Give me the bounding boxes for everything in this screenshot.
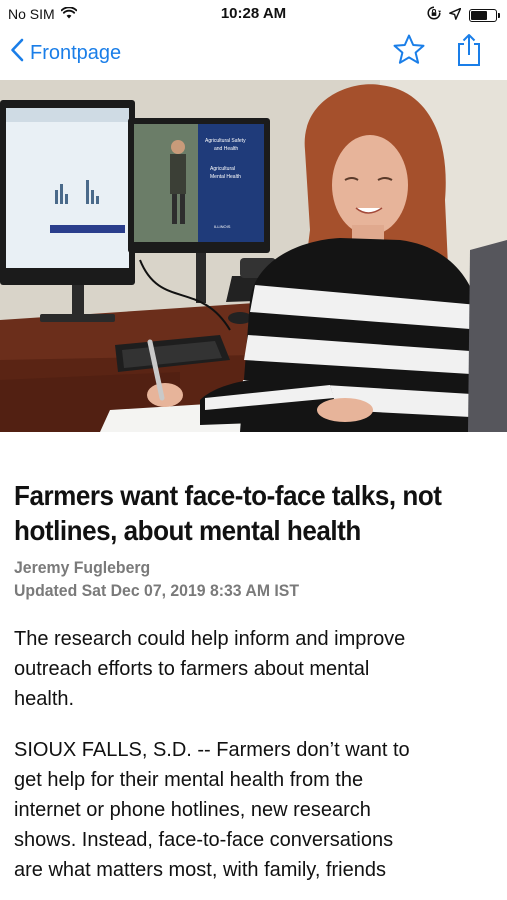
status-bar: No SIM 10:28 AM: [0, 0, 507, 28]
battery-fill: [471, 11, 487, 20]
location-icon: [449, 7, 462, 25]
monitor-text-3: Agricultural: [210, 166, 235, 172]
body-line: SIOUX FALLS, S.D. -- Farmers don’t want …: [14, 739, 410, 761]
battery-icon: [469, 9, 500, 22]
summary-line: outreach efforts to farmers about mental: [14, 658, 370, 680]
updated-timestamp: Updated Sat Dec 07, 2019 8:33 AM IST: [14, 581, 299, 600]
star-icon: [393, 34, 425, 70]
body-line: are what matters most, with family, frie…: [14, 859, 386, 881]
article: Farmers want face-to-face talks, not hot…: [14, 478, 498, 885]
favorite-button[interactable]: [391, 34, 427, 70]
body-line: shows. Instead, face-to-face conversatio…: [14, 829, 394, 851]
hero-image: Agricultural Safety and Health Agricultu…: [0, 80, 507, 432]
author-byline[interactable]: Jeremy Fugleberg: [14, 556, 464, 579]
chevron-left-icon: [10, 38, 24, 68]
back-label: Frontpage: [30, 41, 122, 64]
headline-line-1: Farmers want face-to-face talks, not: [14, 480, 442, 511]
article-summary: The research could help inform and impro…: [14, 624, 498, 714]
summary-line: health.: [14, 688, 75, 710]
monitor-text-1: Agricultural Safety: [205, 138, 246, 144]
headline: Farmers want face-to-face talks, not hot…: [14, 478, 498, 548]
monitor-text-4: Mental Health: [210, 174, 241, 180]
headline-line-2: hotlines, about mental health: [14, 515, 361, 546]
body-line: internet or phone hotlines, new research: [14, 799, 371, 821]
summary-line: The research could help inform and impro…: [14, 628, 406, 650]
back-button[interactable]: Frontpage: [10, 38, 121, 68]
nav-bar: Frontpage: [0, 28, 507, 80]
share-button[interactable]: [451, 33, 487, 72]
body-line: get help for their mental health from th…: [14, 769, 364, 791]
orientation-lock-icon: [427, 6, 441, 25]
share-icon: [456, 33, 482, 72]
hero-photo: Agricultural Safety and Health Agricultu…: [0, 80, 507, 432]
nav-actions: [391, 33, 487, 72]
monitor-text-5: ILLINOIS: [214, 224, 231, 229]
status-right: [427, 6, 500, 25]
monitor-text-2: and Health: [214, 146, 238, 152]
article-body-paragraph: SIOUX FALLS, S.D. -- Farmers don’t want …: [14, 735, 498, 885]
